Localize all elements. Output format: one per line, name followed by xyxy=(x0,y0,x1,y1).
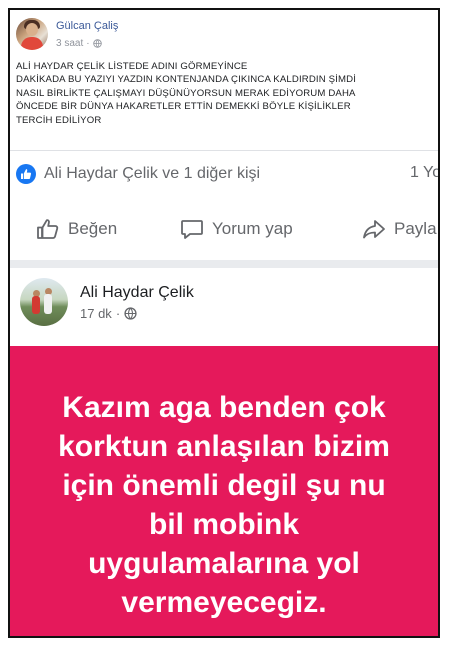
globe-icon xyxy=(124,307,137,320)
avatar[interactable] xyxy=(20,278,68,326)
author-name[interactable]: Ali Haydar Çelik xyxy=(80,284,194,302)
like-label: Beğen xyxy=(68,219,118,238)
image-text-line: korktun anlaşılan bizim xyxy=(58,430,390,463)
image-text-line: uygulamalarına yol xyxy=(88,547,360,580)
reactions-row[interactable]: Ali Haydar Çelik ve 1 diğer kişi 1 Yo xyxy=(16,162,438,186)
share-label: Payla xyxy=(394,219,437,238)
screenshot-frame: Gülcan Çaliş 3 saat · ALİ HAYDAR ÇELİK L… xyxy=(8,8,440,638)
thumbs-up-icon xyxy=(37,219,59,239)
post-text-line: ALİ HAYDAR ÇELİK LİSTEDE ADINI GÖRMEYİNC… xyxy=(16,61,248,72)
post-text-line: NASIL BİRLİKTE ÇALIŞMAYI DÜŞÜNÜYORSUN ME… xyxy=(16,87,356,99)
image-text-line: bil mobink xyxy=(149,508,299,541)
author-name[interactable]: Gülcan Çaliş xyxy=(56,20,118,32)
post-text-line: ÖNCEDE BİR DÜNYA HAKARETLER ETTİN DEMEKK… xyxy=(16,101,351,113)
feed-separator xyxy=(10,260,438,268)
globe-icon xyxy=(92,39,102,48)
timestamp[interactable]: 17 dk xyxy=(80,306,112,321)
post-image[interactable]: Kazım aga benden çok korktun anlaşılan b… xyxy=(10,346,438,636)
meta-separator: · xyxy=(115,306,121,321)
avatar[interactable] xyxy=(16,18,48,50)
comment-icon xyxy=(181,220,203,239)
action-bar: Beğen Yorum yap Payla xyxy=(10,214,438,248)
post-meta: 17 dk · xyxy=(80,306,137,321)
comment-label: Yorum yap xyxy=(212,219,293,238)
share-icon xyxy=(363,220,385,239)
like-button[interactable]: Beğen xyxy=(36,218,117,240)
comment-count[interactable]: 1 Yo xyxy=(410,164,438,182)
post-text-line: DAKİKADA BU YAZIYI YAZDIN KONTENJANDA ÇI… xyxy=(16,74,357,86)
reaction-names[interactable]: Ali Haydar Çelik ve 1 diğer kişi xyxy=(44,165,260,183)
post-text: ALİ HAYDAR ÇELİK LİSTEDE ADINI GÖRMEYİNC… xyxy=(16,60,434,127)
post-text-line: TERCİH EDİLİYOR xyxy=(16,114,102,126)
share-button[interactable]: Payla xyxy=(362,218,437,240)
image-text: Kazım aga benden çok korktun anlaşılan b… xyxy=(10,388,438,622)
image-text-line: Kazım aga benden çok xyxy=(62,391,386,424)
post-meta: 3 saat · xyxy=(56,38,102,49)
comment-button[interactable]: Yorum yap xyxy=(180,218,293,240)
like-reaction-icon xyxy=(16,164,36,184)
timestamp[interactable]: 3 saat xyxy=(56,38,83,49)
image-text-line: vermeyecegiz. xyxy=(121,586,327,619)
meta-separator: · xyxy=(86,38,90,49)
divider xyxy=(10,150,438,151)
image-text-line: için önemli degil şu nu xyxy=(62,469,386,502)
